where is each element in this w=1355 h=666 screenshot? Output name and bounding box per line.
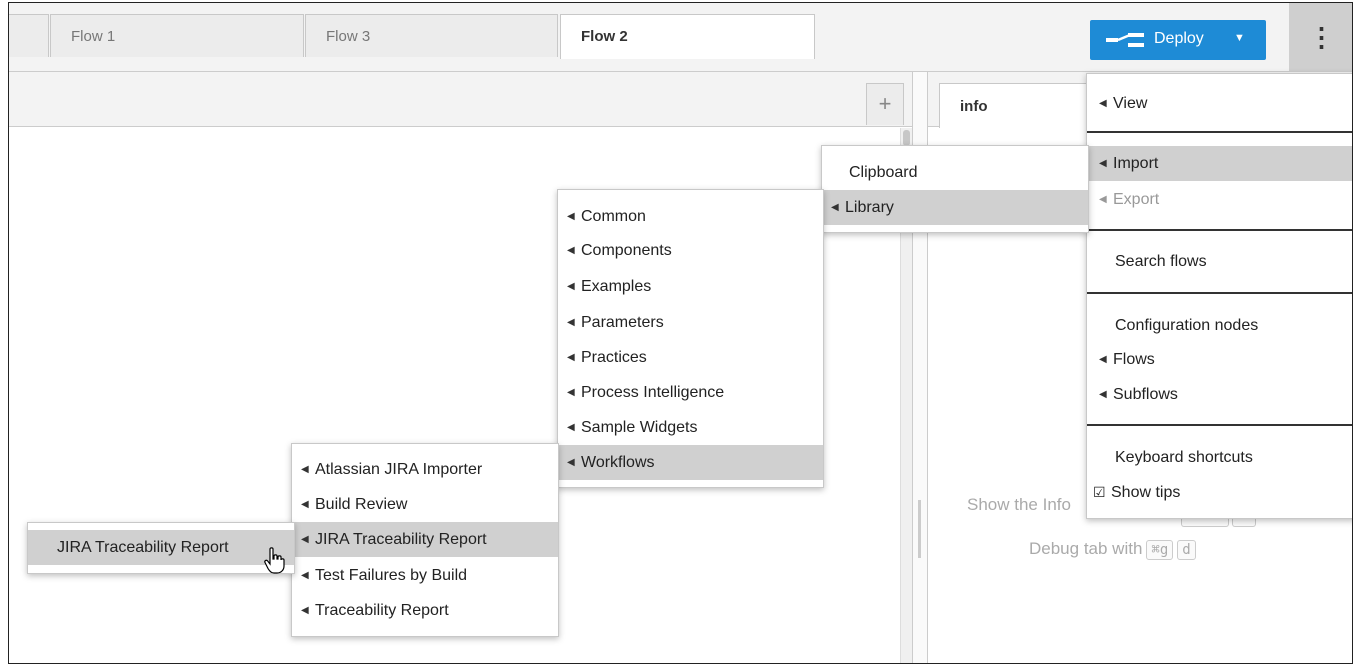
menu-item-label: Subflows	[1113, 386, 1178, 403]
menu-item-clipboard[interactable]: Clipboard	[822, 155, 1088, 190]
tab-flow-1[interactable]: Flow 1	[50, 14, 304, 57]
menu-item-label: Common	[581, 208, 646, 225]
report-submenu: JIRA Traceability Report	[27, 522, 295, 574]
menu-item-subflows[interactable]: ◀ Subflows	[1087, 377, 1352, 412]
menu-item-label: Practices	[581, 349, 647, 366]
menu-item-label: Flows	[1113, 351, 1155, 368]
menu-item-label: Build Review	[315, 496, 408, 513]
caret-left-icon: ◀	[567, 281, 575, 293]
menu-item-jira-traceability-report[interactable]: ◀ JIRA Traceability Report	[292, 522, 558, 557]
menu-item-label: Library	[845, 199, 894, 216]
menu-item-jira-traceability-report-file[interactable]: JIRA Traceability Report	[28, 530, 294, 565]
tab-partial[interactable]	[9, 14, 49, 57]
menu-item-test-failures-by-build[interactable]: ◀ Test Failures by Build	[292, 558, 558, 593]
caret-down-icon[interactable]: ▼	[1234, 32, 1245, 44]
menu-item-label: Show tips	[1111, 484, 1181, 501]
menu-item-parameters[interactable]: ◀ Parameters	[558, 305, 823, 340]
scrollbar-thumb[interactable]	[903, 130, 910, 146]
deploy-label: Deploy	[1154, 30, 1204, 47]
menu-item-view[interactable]: ◀ View	[1087, 86, 1352, 121]
menu-item-label: Sample Widgets	[581, 419, 698, 436]
menu-item-import[interactable]: ◀ Import	[1087, 146, 1352, 181]
menu-item-label: Test Failures by Build	[315, 567, 468, 584]
menu-item-search-flows[interactable]: Search flows	[1087, 244, 1352, 279]
menu-item-sample-widgets[interactable]: ◀ Sample Widgets	[558, 410, 823, 445]
caret-left-icon: ◀	[301, 570, 309, 582]
menu-divider	[1087, 292, 1352, 294]
plus-icon: +	[878, 91, 892, 116]
menu-item-label: Parameters	[581, 314, 664, 331]
hand-pointer-icon	[264, 547, 285, 574]
menu-item-process-intelligence[interactable]: ◀ Process Intelligence	[558, 375, 823, 410]
caret-left-icon: ◀	[301, 464, 309, 476]
caret-left-icon: ◀	[1099, 98, 1107, 110]
caret-left-icon: ◀	[1099, 389, 1107, 401]
caret-left-icon: ◀	[301, 605, 309, 617]
kbd-key: d	[1177, 540, 1196, 560]
caret-left-icon: ◀	[567, 211, 575, 223]
ellipsis-vertical-icon: ⋮	[1308, 21, 1335, 52]
separator-grip[interactable]	[918, 500, 921, 558]
flow-tab-bar	[9, 72, 920, 127]
menu-item-flows[interactable]: ◀ Flows	[1087, 342, 1352, 377]
menu-item-configuration-nodes[interactable]: Configuration nodes	[1087, 308, 1352, 343]
add-tab-button[interactable]: +	[866, 83, 904, 125]
caret-left-icon: ◀	[567, 245, 575, 257]
deploy-icon	[1106, 33, 1144, 47]
checkbox-checked-icon[interactable]: ☑	[1093, 475, 1111, 510]
menu-item-label: Workflows	[581, 454, 655, 471]
menu-item-export[interactable]: ◀ Export	[1087, 182, 1352, 217]
caret-left-icon: ◀	[301, 534, 309, 546]
menu-item-show-tips[interactable]: ☑ Show tips	[1087, 475, 1352, 510]
app-window: Deploy ▼ ⋮ Flow 1 Flow 3 Flow 2 + info S…	[8, 2, 1353, 664]
library-submenu: ◀ Common ◀ Components ◀ Examples ◀ Parameter…	[557, 189, 824, 488]
menu-item-label: Atlassian JIRA Importer	[315, 461, 483, 478]
menu-divider	[1087, 131, 1352, 133]
menu-item-keyboard-shortcuts[interactable]: Keyboard shortcuts	[1087, 440, 1352, 475]
menu-item-label: Examples	[581, 278, 652, 295]
menu-item-common[interactable]: ◀ Common	[558, 199, 823, 234]
menu-item-atlassian-jira-importer[interactable]: ◀ Atlassian JIRA Importer	[292, 452, 558, 487]
menu-item-library[interactable]: ◀ Library	[822, 190, 1088, 225]
tip-text-prefix: Debug tab with	[1029, 539, 1143, 558]
sidebar-tab-info[interactable]: info	[939, 83, 1104, 128]
menu-item-traceability-report[interactable]: ◀ Traceability Report	[292, 593, 558, 628]
menu-item-examples[interactable]: ◀ Examples	[558, 269, 823, 304]
tip-text: Show the Info	[967, 495, 1071, 514]
import-submenu: Clipboard ◀ Library	[821, 145, 1089, 233]
main-menu-button[interactable]: ⋮	[1289, 3, 1352, 71]
kbd-key: ⌘g	[1146, 540, 1174, 560]
caret-left-icon: ◀	[567, 317, 575, 329]
menu-item-label: Export	[1113, 191, 1160, 208]
workflows-submenu: ◀ Atlassian JIRA Importer ◀ Build Review ◀…	[291, 443, 559, 637]
caret-left-icon: ◀	[831, 202, 839, 214]
caret-left-icon: ◀	[301, 499, 309, 511]
menu-item-label: JIRA Traceability Report	[315, 531, 487, 548]
caret-left-icon: ◀	[1099, 158, 1107, 170]
caret-left-icon: ◀	[1099, 354, 1107, 366]
menu-item-label: Traceability Report	[315, 602, 449, 619]
menu-item-label: View	[1113, 95, 1148, 112]
tab-flow-3[interactable]: Flow 3	[305, 14, 558, 57]
menu-item-practices[interactable]: ◀ Practices	[558, 340, 823, 375]
caret-left-icon: ◀	[567, 387, 575, 399]
caret-left-icon: ◀	[1099, 194, 1107, 206]
menu-item-components[interactable]: ◀ Components	[558, 233, 823, 268]
menu-divider	[1087, 424, 1352, 426]
menu-item-label: Import	[1113, 155, 1159, 172]
menu-item-label: Components	[581, 242, 672, 259]
caret-left-icon: ◀	[567, 422, 575, 434]
deploy-button[interactable]: Deploy ▼	[1090, 20, 1266, 60]
caret-left-icon: ◀	[567, 457, 575, 469]
tab-flow-2[interactable]: Flow 2	[560, 14, 815, 59]
menu-item-label: Process Intelligence	[581, 384, 725, 401]
menu-item-workflows[interactable]: ◀ Workflows	[558, 445, 823, 480]
main-menu: ◀ View ◀ Import ◀ Export Search flows Confi…	[1086, 73, 1352, 519]
caret-left-icon: ◀	[567, 352, 575, 364]
menu-item-build-review[interactable]: ◀ Build Review	[292, 487, 558, 522]
tip-text-debug: Debug tab with ⌘g d	[1029, 539, 1196, 560]
menu-divider	[1087, 229, 1352, 231]
